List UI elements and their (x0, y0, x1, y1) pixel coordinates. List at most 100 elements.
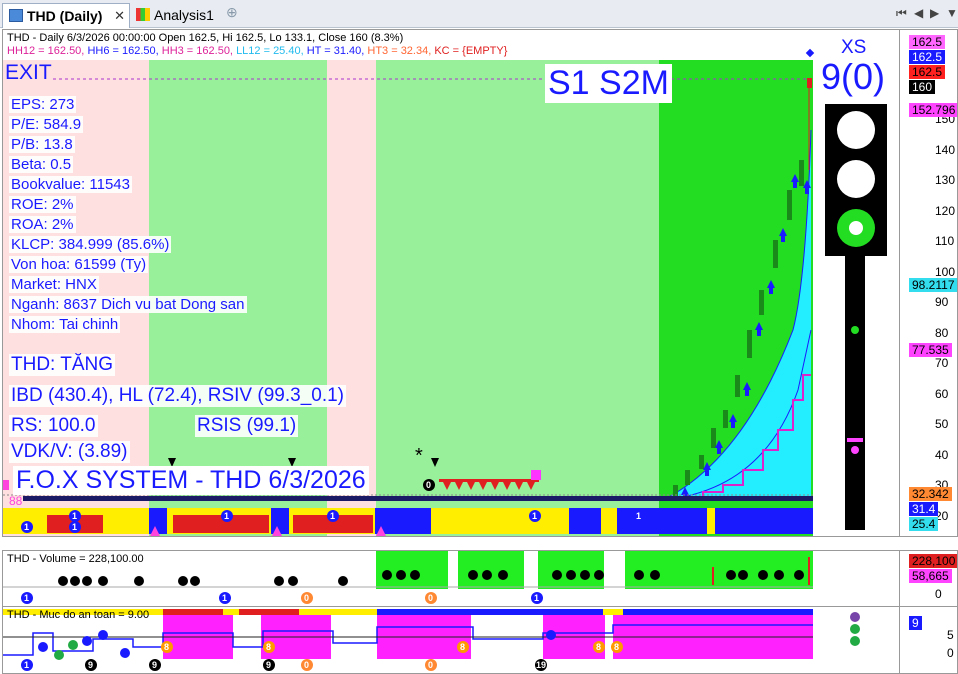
tab-thd-daily-label: THD (Daily) (27, 8, 103, 24)
svg-text:1: 1 (222, 593, 227, 603)
tab-analysis1[interactable]: Analysis1 (134, 3, 226, 28)
svg-text:8: 8 (596, 642, 601, 652)
svg-text:0: 0 (304, 660, 309, 670)
light-pole (845, 256, 865, 530)
svg-text:1: 1 (24, 660, 29, 670)
fundamental-item: ROE: 2% (9, 196, 76, 213)
trend-label: THD: TĂNG (9, 354, 116, 376)
price-tick: 40 (935, 447, 949, 462)
price-axis-label: 152.796 (909, 103, 957, 117)
svg-text:0: 0 (304, 593, 309, 603)
light-bottom (837, 209, 875, 247)
price-tick: 120 (935, 203, 956, 218)
svg-text:1: 1 (24, 522, 29, 532)
price-tick: 60 (935, 386, 949, 401)
rs-label: RS: 100.0 (9, 415, 98, 437)
fox-system-title: F.O.X SYSTEM - THD 6/3/2026 (13, 466, 369, 495)
analysis-icon (136, 8, 150, 21)
prev-icon[interactable]: ◀ (914, 6, 923, 20)
fundamental-item: P/B: 13.8 (9, 136, 75, 153)
chart-icon (9, 9, 23, 22)
svg-text:1: 1 (24, 593, 29, 603)
price-tick: 50 (935, 417, 949, 431)
price-header: THD - Daily 6/3/2026 00:00:00 Open 162.5… (7, 32, 404, 44)
price-axis-label: 98.2117 (909, 278, 957, 292)
volume-zero-tick: 0 (935, 587, 942, 601)
first-icon[interactable]: ⏮ (896, 6, 907, 21)
left-tag: 88 (9, 494, 23, 508)
fundamental-item: Von hoa: 61599 (Ty) (9, 256, 149, 273)
fundamental-item: Bookvalue: 11543 (9, 176, 132, 193)
add-tab-icon[interactable]: ⊕ (226, 4, 238, 21)
price-tick: 90 (935, 295, 949, 309)
svg-text:0: 0 (428, 593, 433, 603)
svg-text:8: 8 (266, 642, 271, 652)
svg-text:9: 9 (266, 660, 271, 670)
volume-header: THD - Volume = 228,100.00 (7, 553, 144, 565)
svg-text:1: 1 (532, 511, 537, 521)
safety-current-label: 9 (909, 616, 922, 630)
star-marker: * (415, 445, 423, 467)
fundamental-item: EPS: 273 (9, 96, 77, 113)
light-top (837, 111, 875, 149)
svg-text:1: 1 (224, 511, 229, 521)
price-tick: 130 (935, 173, 956, 187)
next-icon[interactable]: ▶ (930, 6, 939, 20)
price-axis-label: 77.535 (909, 343, 952, 357)
svg-text:1: 1 (636, 511, 641, 521)
svg-text:0: 0 (426, 480, 431, 490)
chart-workspace: 1 1 1 1 1 1 1 0 THD - Daily 6/3/2026 00:… (2, 29, 958, 674)
volume-average-label: 58,665 (909, 569, 952, 583)
fundamental-item: Market: HNX (9, 276, 99, 293)
svg-text:1: 1 (72, 511, 77, 521)
svg-text:19: 19 (536, 660, 546, 670)
safety-tick-5: 5 (947, 628, 954, 642)
fundamental-item: Nhom: Tai chinh (9, 316, 121, 333)
price-axis-label: 31.4 (909, 502, 939, 516)
rsis-label: RSIS (99.1) (195, 415, 299, 437)
exit-label: EXIT (5, 61, 52, 84)
svg-text:9: 9 (88, 660, 93, 670)
tab-bar: THD (Daily) ✕ Analysis1 ⊕ ⏮ ◀ ▶ ▼ (0, 0, 958, 28)
volume-current-label: 228,100 (909, 554, 957, 568)
menu-icon[interactable]: ▼ (946, 6, 958, 20)
svg-text:1: 1 (72, 522, 77, 532)
price-pane[interactable]: 1 1 1 1 1 1 1 0 THD - Daily 6/3/2026 00:… (2, 29, 958, 537)
close-icon[interactable]: ✕ (114, 4, 125, 28)
price-chart: 1 1 1 1 1 1 1 0 (3, 48, 815, 536)
fundamental-item: ROA: 2% (9, 216, 76, 233)
light-middle (837, 160, 875, 198)
traffic-light (825, 104, 887, 256)
tab-analysis1-label: Analysis1 (154, 7, 214, 23)
fundamental-item: Nganh: 8637 Dich vu bat Dong san (9, 296, 247, 313)
svg-text:8: 8 (460, 642, 465, 652)
price-axis-label: 160 (909, 80, 936, 94)
svg-text:9: 9 (152, 660, 157, 670)
price-axis-label: 162.5 (909, 50, 946, 64)
ibd-label: IBD (430.4), HL (72.4), RSIV (99.3_0.1) (9, 385, 347, 407)
tab-thd-daily[interactable]: THD (Daily) ✕ (2, 3, 130, 28)
xs-value: 9(0) (821, 56, 886, 97)
price-tick: 140 (935, 142, 956, 157)
svg-text:1: 1 (534, 593, 539, 603)
fundamental-item: Beta: 0.5 (9, 156, 74, 173)
price-tick: 110 (935, 234, 955, 248)
svg-text:0: 0 (428, 660, 433, 670)
safety-header: THD - Muc do an toan = 9.00 (7, 609, 150, 621)
price-tick: 100 (935, 264, 956, 279)
fundamental-item: KLCP: 384.999 (85.6%) (9, 236, 172, 253)
svg-text:8: 8 (614, 642, 619, 652)
price-axis-label: 32.342 (909, 487, 952, 501)
svg-text:8: 8 (164, 642, 169, 652)
price-tick: 80 (935, 325, 949, 340)
svg-text:1: 1 (330, 511, 335, 521)
price-axis-label: 162.5 (909, 35, 946, 49)
vdk-label: VDK/V: (3.89) (9, 441, 130, 463)
price-tick: 70 (935, 356, 949, 370)
safety-pane[interactable]: 1 9 9 9 0 0 19 8 8 8 8 8 THD - Muc do an… (2, 606, 958, 674)
safety-tick-0: 0 (947, 646, 954, 660)
fundamental-item: P/E: 584.9 (9, 116, 84, 133)
s1-s2m-label: S1 S2M (545, 64, 672, 103)
price-axis-label: 162.5 (909, 65, 946, 79)
indicator-line: HH12 = 162.50, HH6 = 162.50, HH3 = 162.5… (7, 45, 508, 57)
